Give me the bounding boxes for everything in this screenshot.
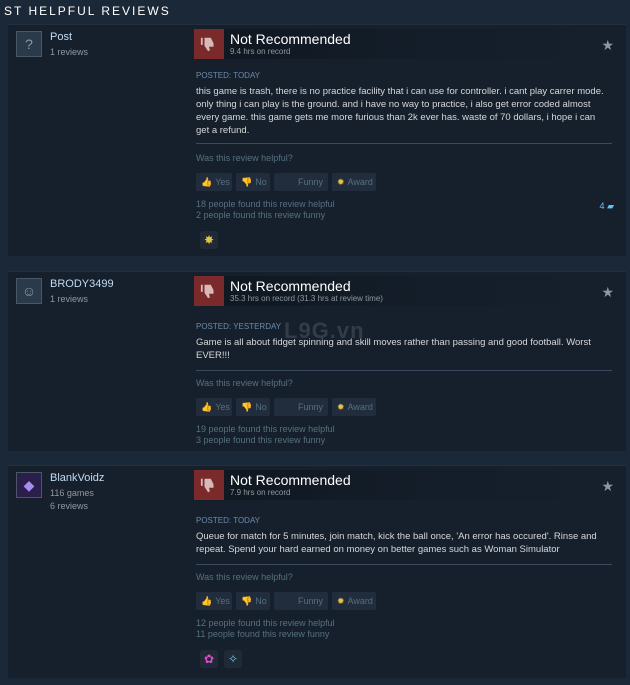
posted-date: POSTED: YESTERDAY (196, 322, 282, 331)
award-button[interactable]: ✹ Award (332, 592, 376, 610)
funny-count: 2 people found this review funny (196, 210, 326, 220)
flower-award-icon[interactable]: ✿ (200, 650, 218, 668)
award-icon: ✹ (337, 595, 345, 606)
award-button[interactable]: ✹ Award (332, 173, 376, 191)
thumbs-up-icon: 👍 (201, 401, 213, 412)
helpful-count: 12 people found this review helpful (196, 618, 335, 628)
helpful-count: 18 people found this review helpful (196, 199, 335, 209)
yes-button[interactable]: 👍 Yes (196, 398, 232, 416)
review-text: Queue for match for 5 minutes, join matc… (196, 531, 597, 555)
comment-count[interactable]: 4 ▰ (600, 201, 614, 212)
verdict: Not Recommended (230, 31, 351, 47)
thumbs-down-icon (194, 276, 224, 306)
divider (196, 564, 612, 565)
award-button[interactable]: ✹ Award (332, 398, 376, 416)
verdict: Not Recommended (230, 472, 351, 488)
no-button[interactable]: 👎 No (236, 173, 270, 191)
vote-header[interactable]: Not Recommended 7.9 hrs on record ★ (194, 470, 614, 500)
hours-on-record: 7.9 hrs on record (230, 488, 291, 497)
section-title: ST HELPFUL REVIEWS (4, 4, 171, 18)
comment-icon: ▰ (607, 201, 614, 211)
helpful-question: Was this review helpful? (196, 153, 293, 163)
award-icon: ✹ (337, 176, 345, 187)
helpful-count: 19 people found this review helpful (196, 424, 335, 434)
avatar[interactable]: ◆ (16, 472, 42, 498)
posted-date: POSTED: TODAY (196, 71, 261, 80)
avatar[interactable]: ☺ (16, 278, 42, 304)
author-review-count: 1 reviews (50, 47, 89, 57)
author-review-count: 6 reviews (50, 501, 89, 511)
review-card: ☺ BRODY3499 1 reviews Not Recommended 35… (8, 271, 626, 451)
review-text: Game is all about fidget spinning and sk… (196, 337, 591, 361)
vote-header[interactable]: Not Recommended 9.4 hrs on record ★ (194, 29, 614, 59)
verdict: Not Recommended (230, 278, 351, 294)
hours-on-record: 9.4 hrs on record (230, 47, 291, 56)
thumbs-down-icon: 👎 (241, 595, 253, 606)
star-icon[interactable]: ★ (601, 478, 614, 495)
thumbs-up-icon: 👍 (201, 595, 213, 606)
thumbs-down-icon: 👎 (241, 401, 253, 412)
review-card: ◆ BlankVoidz 116 games 6 reviews Not Rec… (8, 465, 626, 678)
funny-count: 11 people found this review funny (196, 629, 330, 639)
funny-button[interactable]: Funny (274, 592, 328, 610)
author-name[interactable]: BRODY3499 (50, 278, 114, 290)
sparkle-award-icon[interactable]: ✧ (224, 650, 242, 668)
yes-button[interactable]: 👍 Yes (196, 173, 232, 191)
author-name[interactable]: Post (50, 31, 72, 43)
watermark-logo: L9G.vn (284, 318, 365, 343)
hours-on-record: 35.3 hrs on record (31.3 hrs at review t… (230, 294, 383, 303)
avatar[interactable]: ? (16, 31, 42, 57)
helpful-question: Was this review helpful? (196, 378, 293, 388)
review-text: this game is trash, there is no practice… (196, 86, 604, 136)
star-icon[interactable]: ★ (601, 284, 614, 301)
author-review-count: 1 reviews (50, 294, 89, 304)
thumbs-down-icon (194, 470, 224, 500)
funny-count: 3 people found this review funny (196, 435, 326, 445)
helpful-question: Was this review helpful? (196, 572, 293, 582)
funny-button[interactable]: Funny (274, 173, 328, 191)
vote-header[interactable]: Not Recommended 35.3 hrs on record (31.3… (194, 276, 614, 306)
author-game-count: 116 games (50, 488, 94, 498)
review-card: ? Post 1 reviews Not Recommended 9.4 hrs… (8, 24, 626, 256)
thumbs-down-icon: 👎 (241, 176, 253, 187)
funny-button[interactable]: Funny (274, 398, 328, 416)
author-name[interactable]: BlankVoidz (50, 472, 104, 484)
posted-date: POSTED: TODAY (196, 516, 261, 525)
yes-button[interactable]: 👍 Yes (196, 592, 232, 610)
no-button[interactable]: 👎 No (236, 398, 270, 416)
divider (196, 370, 612, 371)
divider (196, 143, 612, 144)
thumbs-up-icon: 👍 (201, 176, 213, 187)
no-button[interactable]: 👎 No (236, 592, 270, 610)
star-icon[interactable]: ★ (601, 37, 614, 54)
award-icon: ✹ (337, 401, 345, 412)
thumbs-down-icon (194, 29, 224, 59)
medal-award-icon[interactable]: ✸ (200, 231, 218, 249)
